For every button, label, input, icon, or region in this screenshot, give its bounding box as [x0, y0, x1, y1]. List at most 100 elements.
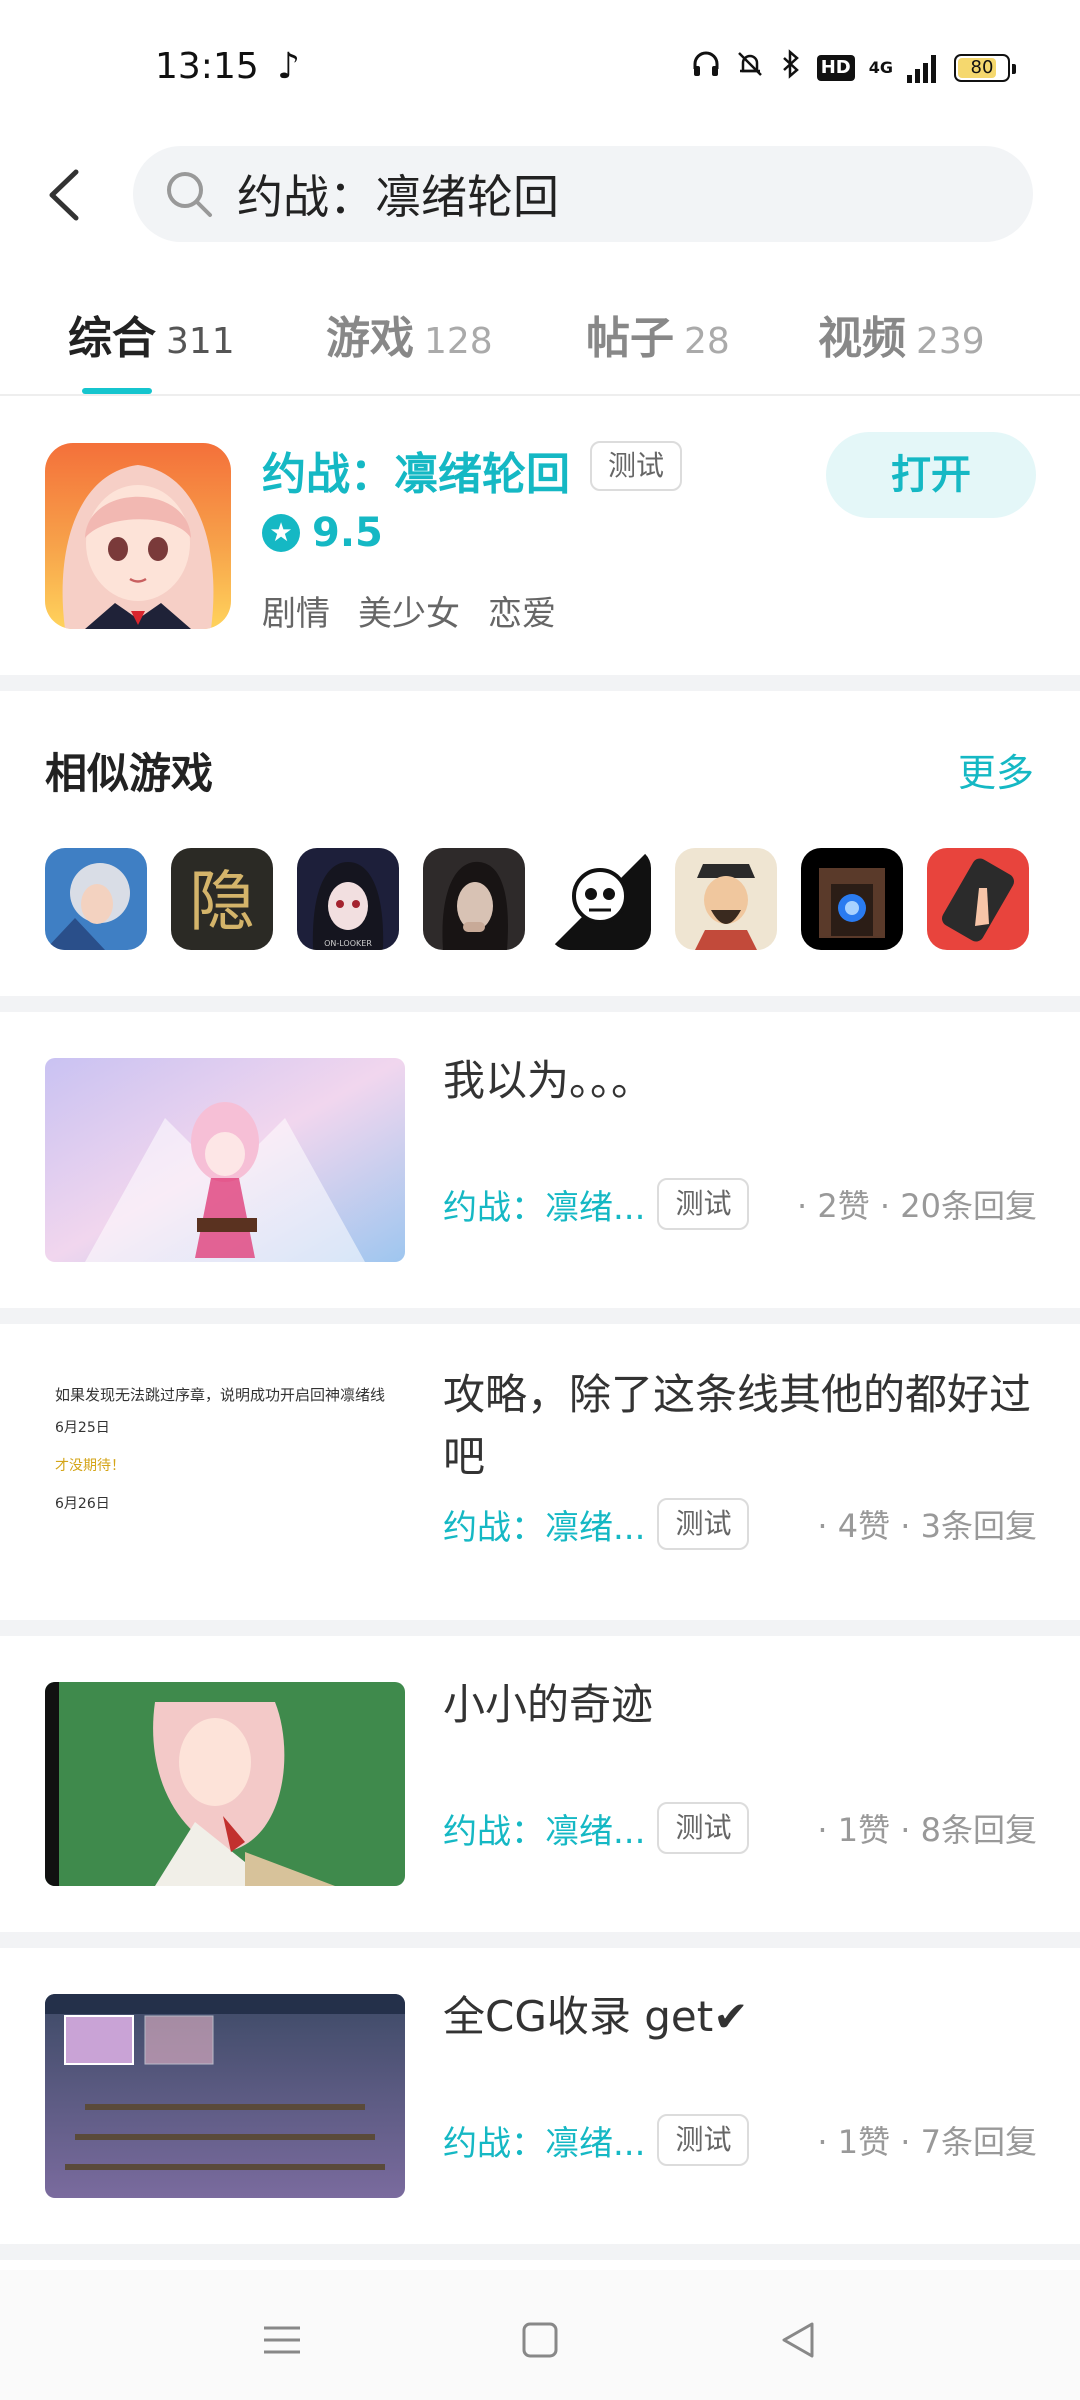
tab-posts[interactable]: 帖子 28 [586, 302, 730, 372]
music-note-icon: ♪ [277, 46, 300, 87]
status-time: 13:15 [155, 46, 259, 87]
post-item[interactable]: 小小的奇迹 约战：凛绪... 测试 · 1赞 · 8条回复 [0, 1636, 1080, 1932]
section-divider [0, 1620, 1080, 1636]
menu-icon [264, 2326, 300, 2354]
tab-label: 综合 [68, 313, 156, 364]
headphones-icon [691, 49, 721, 88]
test-badge: 测试 [590, 441, 683, 491]
post-game-link[interactable]: 约战：凛绪... [443, 1804, 645, 1853]
post-thumbnail [45, 1994, 405, 2198]
svg-text:隐: 隐 [189, 863, 255, 940]
hd-badge: HD [816, 55, 855, 81]
post-meta: 约战：凛绪... 测试 · 2赞 · 20条回复 [443, 1176, 1037, 1232]
game-rating: ★ 9.5 [262, 510, 383, 556]
similar-game-8[interactable] [927, 848, 1029, 950]
post-title: 小小的奇迹 [443, 1680, 654, 1729]
post-meta: 约战：凛绪... 测试 · 1赞 · 8条回复 [443, 1800, 1037, 1856]
battery-level: 80 [970, 57, 994, 78]
tab-games[interactable]: 游戏 128 [326, 302, 493, 372]
post-title: 我以为。。。 [443, 1056, 654, 1105]
game-tag[interactable]: 美少女 [358, 586, 460, 635]
post-title: 全CG收录 get✔ [443, 1992, 749, 2041]
similar-game-7[interactable] [801, 848, 903, 950]
status-icons: HD 4G 80 [691, 48, 1016, 88]
post-game-link[interactable]: 约战：凛绪... [443, 1500, 645, 1549]
game-card[interactable]: 约战：凛绪轮回 测试 ★ 9.5 剧情 美少女 恋爱 打开 [0, 398, 1080, 675]
svg-text:ON-LOOKER: ON-LOOKER [324, 939, 372, 948]
rating-value: 9.5 [312, 510, 383, 556]
more-link[interactable]: 更多 [958, 742, 1034, 797]
battery-cap [1012, 64, 1016, 74]
system-nav-bar [0, 2270, 1080, 2400]
signal-icon [907, 53, 936, 83]
post-game-link[interactable]: 约战：凛绪... [443, 2116, 645, 2165]
thumb-text: 如果发现无法跳过序章，说明成功开启回神凛绪线 [55, 1386, 386, 1404]
tab-count: 28 [684, 321, 730, 362]
battery-icon: 80 [954, 54, 1016, 82]
square-icon [522, 2322, 558, 2358]
section-divider [0, 996, 1080, 1012]
tab-count: 128 [424, 321, 493, 362]
search-icon [167, 172, 212, 217]
open-button[interactable]: 打开 [826, 432, 1036, 518]
post-game-link[interactable]: 约战：凛绪... [443, 1180, 645, 1229]
search-input[interactable]: 约战：凛绪轮回 [133, 146, 1033, 242]
test-badge: 测试 [657, 2114, 750, 2166]
star-icon: ★ [262, 514, 300, 552]
thumb-text: 6月25日 [55, 1420, 110, 1436]
section-divider [0, 1932, 1080, 1948]
post-item[interactable]: 如果发现无法跳过序章，说明成功开启回神凛绪线 6月25日 才没期待！ 6月26日… [0, 1324, 1080, 1620]
test-badge: 测试 [657, 1498, 750, 1550]
post-stats: · 4赞 · 3条回复 [817, 1507, 1037, 1545]
chevron-left-icon [49, 169, 79, 221]
post-stats: · 1赞 · 8条回复 [817, 1811, 1037, 1849]
back-button[interactable] [40, 160, 90, 230]
post-item[interactable]: 我以为。。。 约战：凛绪... 测试 · 2赞 · 20条回复 [0, 1012, 1080, 1308]
post-item[interactable]: 全CG收录 get✔ 约战：凛绪... 测试 · 1赞 · 7条回复 [0, 1948, 1080, 2244]
home-button[interactable] [510, 2310, 570, 2370]
bell-off-icon [735, 49, 765, 88]
tab-label: 帖子 [586, 313, 674, 364]
status-bar: 13:15 ♪ HD 4G 80 [0, 0, 1080, 130]
post-stats: · 2赞 · 20条回复 [797, 1187, 1037, 1225]
game-thumbnail [45, 443, 231, 629]
test-badge: 测试 [657, 1802, 750, 1854]
section-divider [0, 1308, 1080, 1324]
tab-count: 311 [166, 321, 235, 362]
game-title: 约战：凛绪轮回 [262, 449, 570, 500]
back-nav-button[interactable] [768, 2310, 828, 2370]
post-meta: 约战：凛绪... 测试 · 4赞 · 3条回复 [443, 1496, 1037, 1552]
tab-count: 239 [916, 321, 985, 362]
similar-game-3[interactable]: ON-LOOKER [297, 848, 399, 950]
tab-label: 视频 [818, 313, 906, 364]
thumb-text: 6月26日 [55, 1496, 110, 1512]
tab-all[interactable]: 综合 311 [68, 302, 235, 372]
post-thumbnail [45, 1058, 405, 1262]
network-type: 4G [868, 58, 893, 77]
test-badge: 测试 [657, 1178, 750, 1230]
similar-games-title: 相似游戏 [45, 749, 214, 798]
game-tag[interactable]: 剧情 [262, 586, 330, 635]
post-stats: · 1赞 · 7条回复 [817, 2123, 1037, 2161]
bluetooth-icon [779, 48, 803, 88]
similar-game-2[interactable]: 隐 [171, 848, 273, 950]
game-tag[interactable]: 恋爱 [488, 586, 556, 635]
similar-game-6[interactable] [675, 848, 777, 950]
section-divider [0, 675, 1080, 691]
similar-game-4[interactable] [423, 848, 525, 950]
similar-game-5[interactable] [549, 848, 651, 950]
menu-button[interactable] [252, 2310, 312, 2370]
post-meta: 约战：凛绪... 测试 · 1赞 · 7条回复 [443, 2112, 1037, 2168]
similar-games-row: 隐 ON-LOOKER [45, 848, 1035, 950]
tab-indicator [82, 388, 152, 394]
section-divider [0, 2244, 1080, 2260]
tab-videos[interactable]: 视频 239 [818, 302, 985, 372]
post-thumbnail: 如果发现无法跳过序章，说明成功开启回神凛绪线 6月25日 才没期待！ 6月26日 [45, 1370, 405, 1574]
similar-game-1[interactable] [45, 848, 147, 950]
tab-bar: 综合 311 游戏 128 帖子 28 视频 239 [0, 290, 1080, 396]
thumb-text: 才没期待！ [55, 1458, 125, 1474]
post-thumbnail [45, 1682, 405, 1886]
triangle-back-icon [782, 2322, 814, 2358]
game-tags: 剧情 美少女 恋爱 [262, 586, 556, 635]
post-title: 攻略，除了这条线其他的都好过吧 [443, 1370, 1032, 1481]
